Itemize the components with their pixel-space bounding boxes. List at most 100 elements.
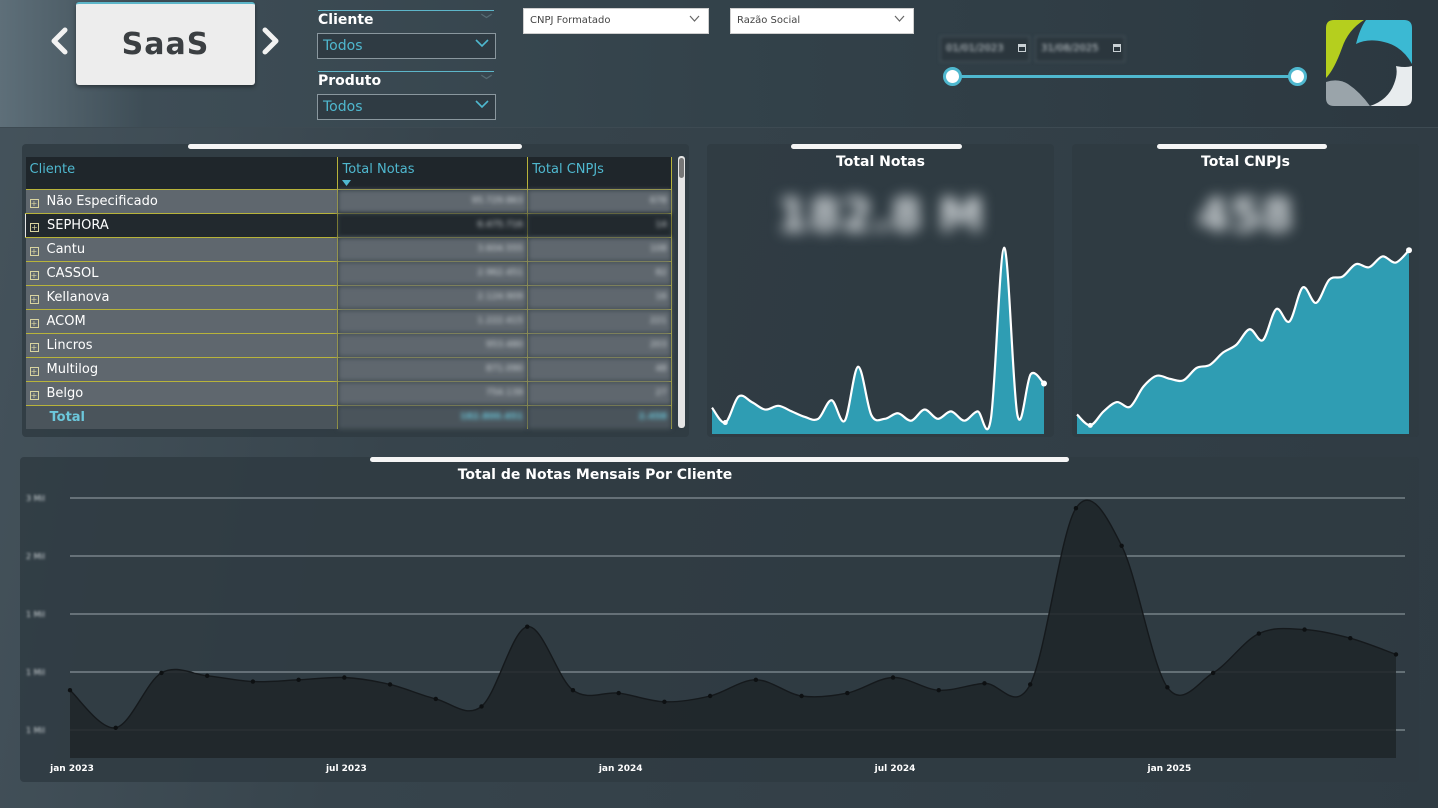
data-point[interactable] (204, 673, 210, 678)
data-point[interactable] (707, 693, 713, 699)
row-client-name: Lincros (46, 337, 93, 353)
total-row: Total 182.800.451 2.458 (25, 405, 672, 429)
row-client-cell[interactable]: + Não Especificado (25, 189, 339, 214)
razao-social-dropdown[interactable]: Razão Social (730, 8, 914, 34)
chevron-down-icon (475, 97, 489, 115)
monthly-area-chart: 3 Mil 2 Mil 1 Mil 1 Mil 1 Mil jan 2023 jul 202… (26, 494, 1405, 774)
data-point[interactable] (433, 696, 438, 702)
data-point[interactable] (159, 670, 164, 676)
data-point[interactable] (845, 690, 850, 696)
data-point[interactable] (1302, 627, 1307, 632)
date-end-input[interactable]: 31/08/2025 (1035, 36, 1125, 62)
row-client-name: Kellanova (46, 289, 110, 305)
date-slider-start-handle[interactable] (943, 67, 962, 86)
data-point[interactable] (662, 699, 667, 704)
data-point[interactable] (890, 675, 896, 680)
expand-icon[interactable]: + (29, 366, 39, 376)
expand-icon[interactable]: + (29, 294, 39, 304)
data-point[interactable] (1256, 631, 1262, 636)
data-point[interactable] (616, 690, 621, 696)
expand-icon[interactable]: + (29, 390, 39, 400)
y-tick-label: 2 Mil (26, 552, 45, 561)
date-slider-end-handle[interactable] (1288, 67, 1307, 86)
expand-icon[interactable]: + (30, 222, 39, 232)
data-point[interactable] (113, 725, 118, 730)
row-client-name: SEPHORA (47, 217, 109, 233)
kpi-notas-spark-end-point (1041, 380, 1047, 387)
data-point[interactable] (1028, 682, 1033, 687)
expand-icon[interactable]: + (29, 342, 39, 352)
data-point[interactable] (250, 679, 256, 684)
table-row[interactable]: + SEPHORA 6.475.716 14 (24, 213, 672, 238)
row-client-cell[interactable]: + Belgo (25, 381, 339, 406)
data-point[interactable] (1073, 506, 1079, 511)
data-point[interactable] (936, 688, 941, 693)
row-total-notas: 2.962.451 (337, 261, 529, 286)
expand-icon[interactable]: + (29, 318, 39, 328)
data-point[interactable] (753, 677, 759, 683)
cliente-slicer-dropdown[interactable]: Todos (317, 33, 496, 59)
row-total-cnpjs: 27 (527, 381, 672, 406)
row-total-notas: 2.124.909 (337, 285, 529, 310)
col-header-total-notas[interactable]: Total Notas (337, 157, 529, 190)
data-point[interactable] (1393, 652, 1399, 657)
data-point[interactable] (1165, 685, 1170, 690)
row-client-cell[interactable]: + Lincros (25, 333, 339, 358)
data-point[interactable] (1119, 543, 1124, 548)
row-total-cnpjs: 82 (527, 261, 672, 286)
table-row[interactable]: + Kellanova 2.124.909 16 (25, 285, 672, 310)
expand-icon[interactable]: + (29, 270, 39, 280)
kpi-cnpjs-chart (1076, 247, 1412, 434)
col-header-total-cnpjs[interactable]: Total CNPJs (527, 157, 672, 190)
date-start-input[interactable]: 01/01/2023 (940, 36, 1030, 62)
col-header-cliente[interactable]: Cliente (25, 157, 339, 190)
data-point[interactable] (67, 688, 73, 693)
cliente-slicer-title: Cliente ﹀ (318, 10, 494, 28)
data-point[interactable] (525, 624, 530, 629)
y-tick-label: 1 Mil (26, 610, 45, 619)
calendar-icon[interactable] (1018, 44, 1026, 52)
chevron-right-icon[interactable] (258, 24, 284, 58)
data-point[interactable] (296, 677, 301, 683)
row-client-cell[interactable]: + Cantu (25, 237, 339, 262)
row-client-cell[interactable]: + Multilog (25, 357, 339, 382)
row-client-cell[interactable]: + CASSOL (25, 261, 339, 286)
y-tick-label: 1 Mil (26, 726, 45, 735)
table-row[interactable]: + Não Especificado 95.729.863 678 (25, 189, 672, 214)
expand-icon[interactable]: + (29, 198, 39, 208)
data-point[interactable] (570, 688, 576, 693)
x-tick-label: jul 2023 (325, 764, 367, 774)
table-row[interactable]: + CASSOL 2.962.451 82 (25, 261, 672, 286)
table-row[interactable]: + ACOM 1.222.415 221 (25, 309, 672, 334)
kpi-cnpjs-title: Total CNPJs (1201, 154, 1290, 170)
data-point[interactable] (799, 693, 804, 699)
kpi-cnpjs-handle (1157, 144, 1327, 149)
monthly-area (70, 500, 1396, 758)
date-slider-track[interactable] (952, 75, 1297, 78)
y-tick-label: 3 Mil (26, 494, 45, 503)
row-client-cell[interactable]: + ACOM (25, 309, 339, 334)
table-row[interactable]: + Lincros 953.480 203 (25, 333, 672, 358)
data-point[interactable] (479, 704, 484, 709)
table-row[interactable]: + Belgo 754.139 27 (25, 381, 672, 406)
expand-icon[interactable]: + (29, 246, 39, 256)
matrix-scrollbar[interactable] (678, 156, 685, 428)
kpi-cnpjs-spark-end-point (1406, 247, 1412, 254)
row-client-cell[interactable]: + Kellanova (25, 285, 339, 310)
data-point[interactable] (1210, 670, 1216, 676)
data-point[interactable] (342, 675, 347, 680)
row-client-cell[interactable]: + SEPHORA (24, 213, 339, 238)
data-point[interactable] (387, 682, 393, 687)
data-point[interactable] (1348, 636, 1353, 641)
row-total-cnpjs: 14 (527, 213, 672, 238)
brand-card: SaaS (76, 2, 255, 85)
cnpj-formatado-dropdown[interactable]: CNPJ Formatado (523, 8, 709, 34)
produto-slicer-dropdown[interactable]: Todos (317, 94, 496, 120)
matrix-scroll-thumb[interactable] (679, 158, 684, 178)
calendar-icon[interactable] (1113, 44, 1121, 52)
data-point[interactable] (982, 681, 987, 686)
row-total-cnpjs: 203 (527, 333, 672, 358)
table-row[interactable]: + Cantu 3.604.555 108 (25, 237, 672, 262)
table-row[interactable]: + Multilog 871.090 48 (25, 357, 672, 382)
chevron-left-icon[interactable] (46, 24, 72, 58)
